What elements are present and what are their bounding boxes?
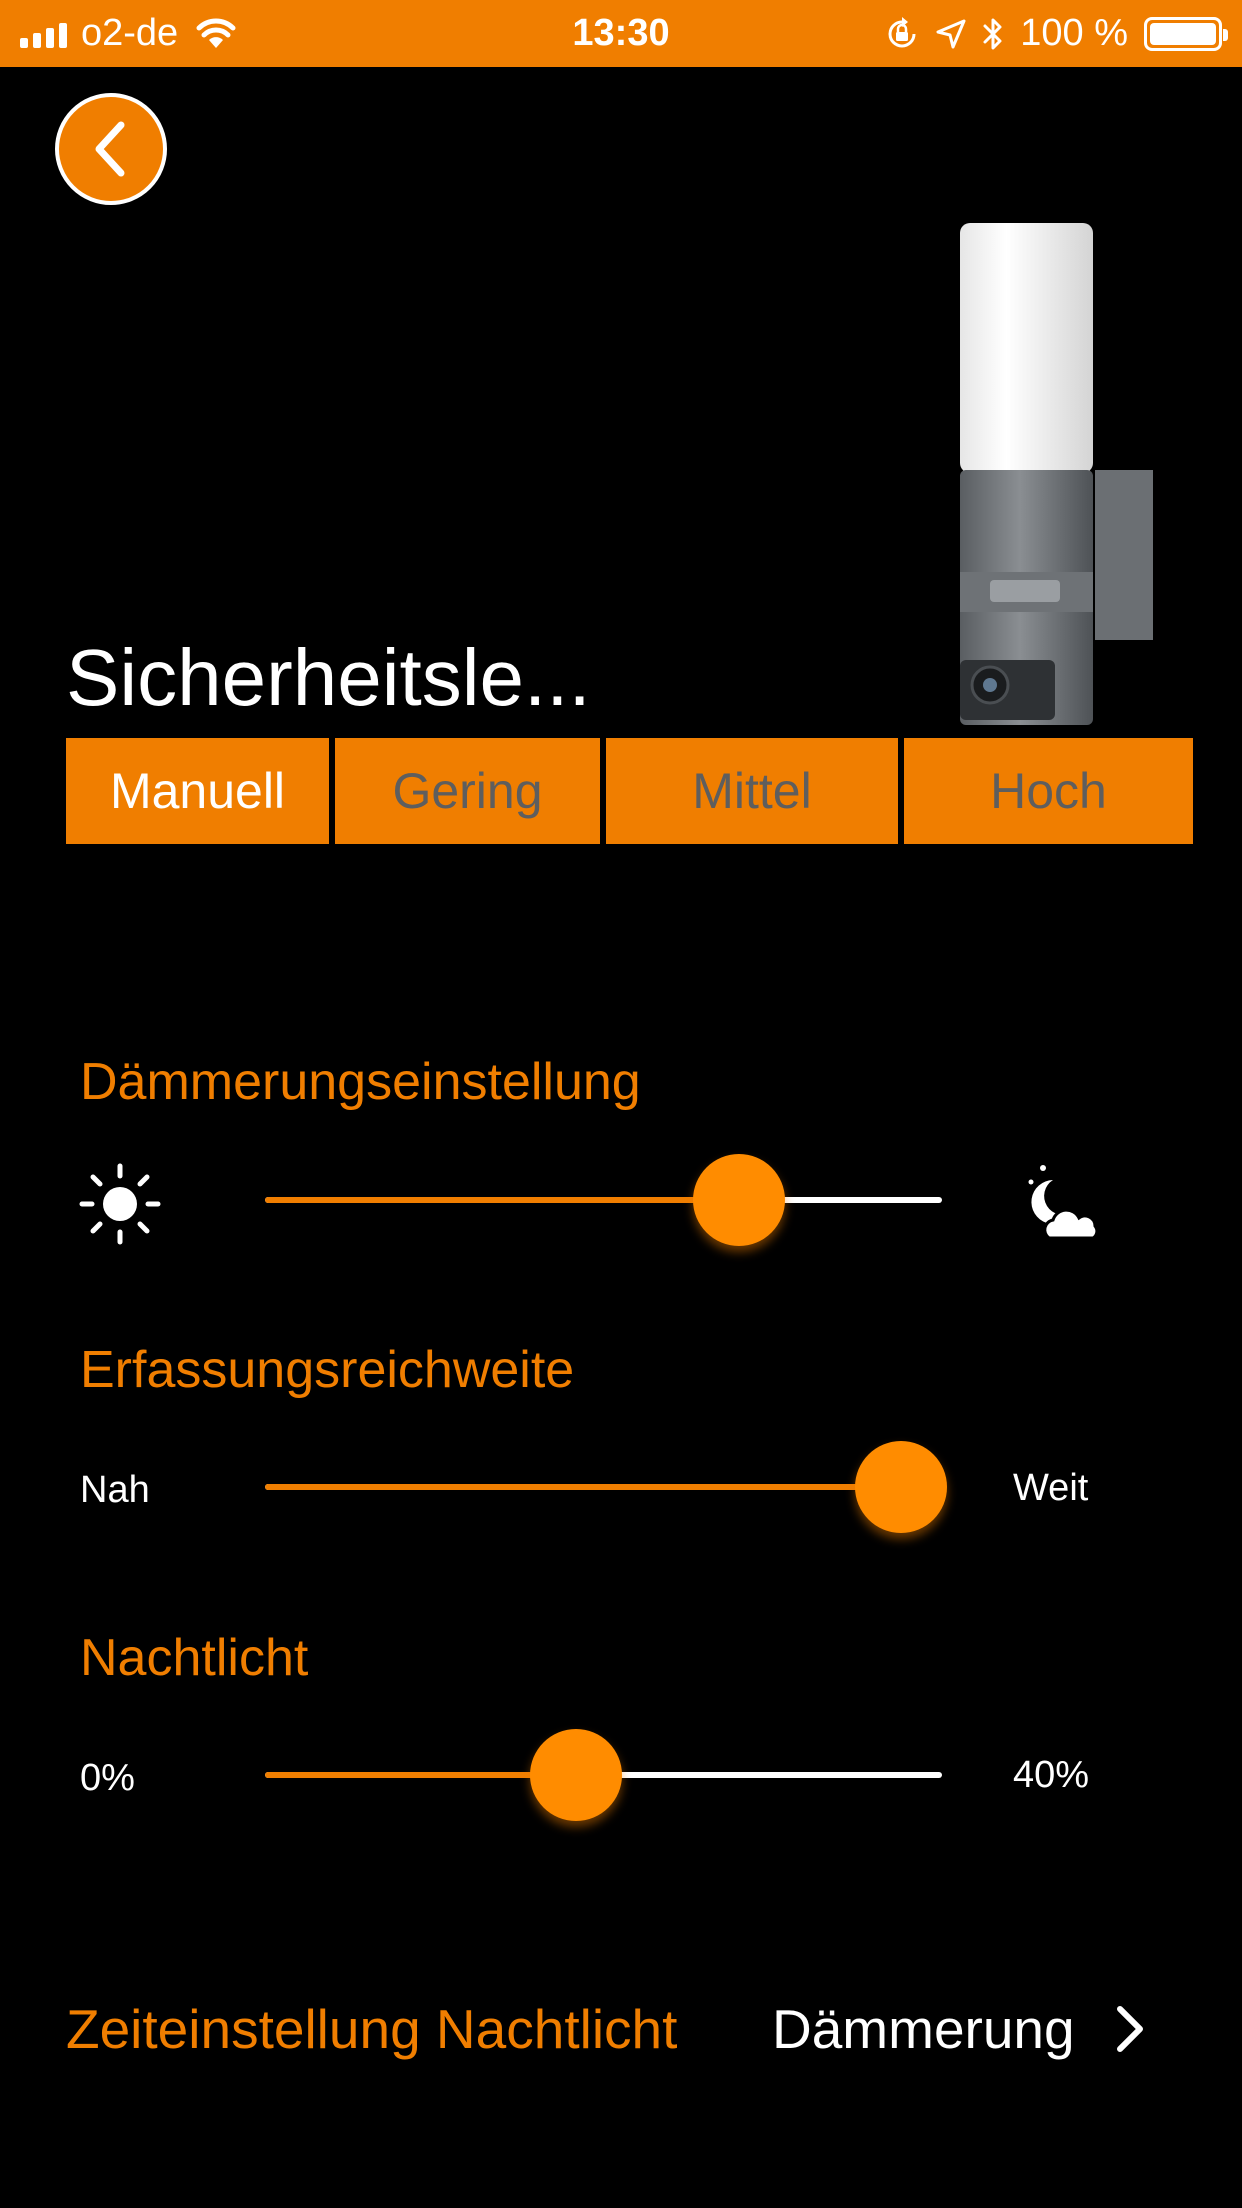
range-min-label: Nah: [80, 1469, 150, 1511]
range-label: Erfassungsreichweite: [80, 1341, 575, 1399]
moon-cloud-icon: [1028, 1165, 1099, 1240]
night-light-min-label: 0%: [80, 1757, 135, 1799]
slider-track-fill: [265, 1197, 739, 1203]
status-right: 100 %: [884, 10, 1228, 57]
mode-manuell-button[interactable]: Manuell: [66, 738, 329, 844]
twilight-label: Dämmerungseinstellung: [80, 1053, 641, 1111]
mode-gering-button[interactable]: Gering: [335, 738, 600, 844]
sun-icon: [79, 1163, 161, 1245]
mode-mittel-button[interactable]: Mittel: [606, 738, 898, 844]
night-light-label: Nachtlicht: [80, 1629, 309, 1687]
location-icon: [936, 19, 966, 48]
profile-title: Sicherheitsle...: [66, 633, 591, 722]
bluetooth-icon: [983, 18, 1002, 49]
night-light-time-label: Zeiteinstellung Nachtlicht: [66, 1998, 678, 2060]
slider-track-fill: [265, 1484, 902, 1490]
slider-thumb[interactable]: [692, 1154, 785, 1246]
battery-percent: 100 %: [1020, 12, 1128, 54]
night-light-slider[interactable]: [265, 1725, 942, 1825]
chevron-left-icon: [95, 121, 125, 177]
slider-thumb[interactable]: [530, 1729, 623, 1821]
range-max-label: Weit: [1013, 1467, 1089, 1509]
mode-hoch-button[interactable]: Hoch: [904, 738, 1193, 844]
orientation-lock-icon: [888, 16, 916, 47]
mode-segmented-control: Manuell Gering Mittel Hoch: [66, 738, 1199, 844]
night-light-time-value: Dämmerung: [772, 1998, 1075, 2060]
chevron-right-icon: [1117, 2006, 1143, 2052]
battery-icon: [1144, 16, 1228, 51]
twilight-slider[interactable]: [265, 1150, 942, 1250]
status-bar: o2-de 13:30 100 %: [0, 0, 1242, 67]
night-light-max-label: 40%: [1013, 1754, 1090, 1796]
back-button[interactable]: [55, 93, 167, 205]
lamp-camera-image: [960, 223, 1153, 725]
slider-thumb[interactable]: [855, 1441, 948, 1533]
range-slider[interactable]: [265, 1437, 948, 1537]
